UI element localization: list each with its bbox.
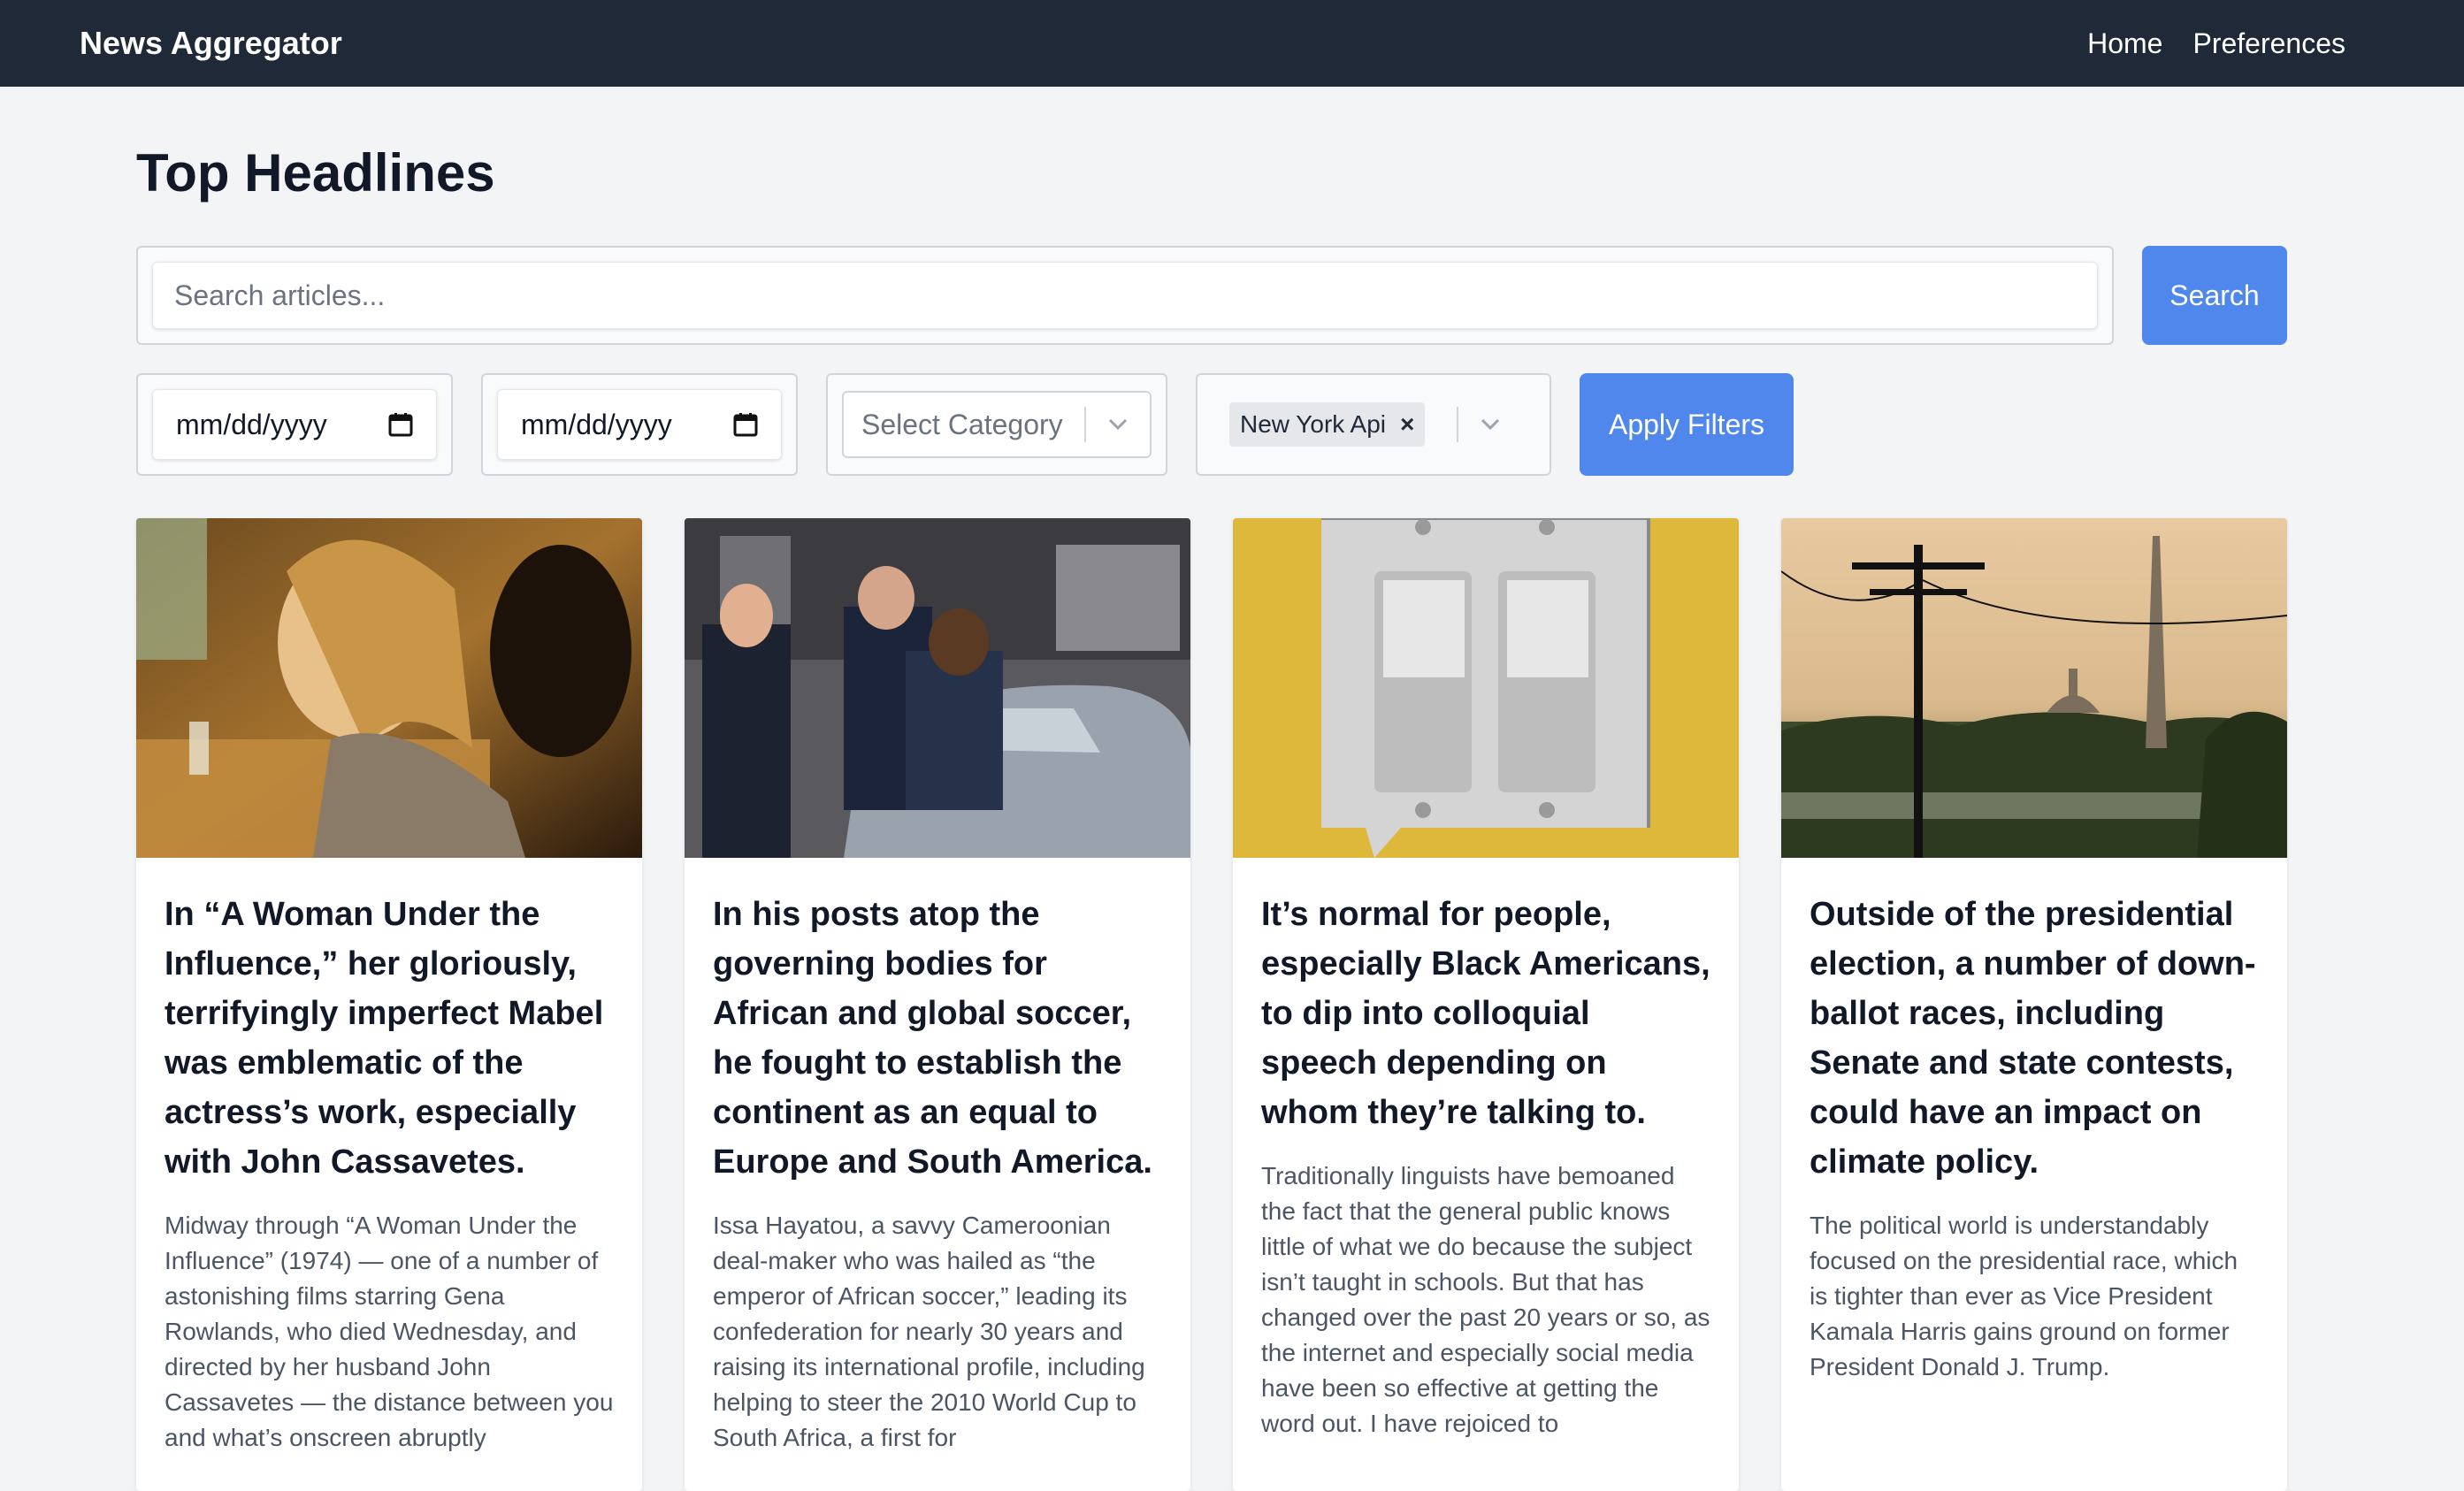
- brand-title[interactable]: News Aggregator: [80, 25, 342, 62]
- article-title[interactable]: Outside of the presidential election, a …: [1810, 890, 2259, 1187]
- article-body: It’s normal for people, especially Black…: [1233, 858, 1739, 1441]
- article-grid: In “A Woman Under the Influence,” her gl…: [136, 518, 2328, 1491]
- search-row: Search: [136, 246, 2328, 345]
- source-chip-label: New York Api: [1240, 410, 1386, 438]
- filter-row: mm/dd/yyyy mm/dd/yyyy Select Category Ne…: [136, 373, 2328, 476]
- nav-links: Home Preferences: [2087, 27, 2345, 60]
- navbar: News Aggregator Home Preferences: [0, 0, 2464, 87]
- article-body: In “A Woman Under the Influence,” her gl…: [136, 858, 642, 1456]
- nav-home-link[interactable]: Home: [2087, 27, 2162, 60]
- article-image[interactable]: [1781, 518, 2287, 858]
- from-date-value: mm/dd/yyyy: [176, 408, 327, 440]
- chevron-down-icon[interactable]: [1458, 417, 1522, 432]
- article-image[interactable]: [1233, 518, 1739, 858]
- article-card[interactable]: Outside of the presidential election, a …: [1781, 518, 2287, 1491]
- article-description: Issa Hayatou, a savvy Cameroonian deal-m…: [713, 1212, 1145, 1451]
- calendar-icon[interactable]: [388, 412, 413, 437]
- article-title[interactable]: In his posts atop the governing bodies f…: [713, 890, 1162, 1187]
- article-description: Traditionally linguists have bemoaned th…: [1261, 1162, 1710, 1437]
- to-date-wrapper: mm/dd/yyyy: [481, 373, 798, 476]
- from-date-wrapper: mm/dd/yyyy: [136, 373, 453, 476]
- search-button[interactable]: Search: [2142, 246, 2287, 345]
- apply-filters-button[interactable]: Apply Filters: [1580, 373, 1794, 476]
- category-select[interactable]: Select Category: [842, 391, 1152, 458]
- to-date-value: mm/dd/yyyy: [521, 408, 672, 440]
- article-card[interactable]: It’s normal for people, especially Black…: [1233, 518, 1739, 1491]
- article-image[interactable]: [136, 518, 642, 858]
- source-select-wrapper: New York Api ×: [1196, 373, 1551, 476]
- article-image[interactable]: [685, 518, 1190, 858]
- page-title: Top Headlines: [136, 143, 495, 203]
- nav-preferences-link[interactable]: Preferences: [2192, 27, 2345, 60]
- article-card[interactable]: In his posts atop the governing bodies f…: [685, 518, 1190, 1491]
- from-date-input[interactable]: mm/dd/yyyy: [152, 389, 437, 460]
- to-date-input[interactable]: mm/dd/yyyy: [497, 389, 782, 460]
- search-wrapper: [136, 246, 2114, 345]
- article-body: Outside of the presidential election, a …: [1781, 858, 2287, 1385]
- article-body: In his posts atop the governing bodies f…: [685, 858, 1190, 1456]
- article-card[interactable]: In “A Woman Under the Influence,” her gl…: [136, 518, 642, 1491]
- calendar-icon[interactable]: [733, 412, 758, 437]
- article-title[interactable]: It’s normal for people, especially Black…: [1261, 890, 1710, 1137]
- chevron-down-icon[interactable]: [1086, 417, 1150, 432]
- category-select-wrapper: Select Category: [826, 373, 1167, 476]
- source-select[interactable]: New York Api ×: [1212, 391, 1535, 458]
- source-chip: New York Api ×: [1229, 402, 1426, 447]
- article-description: Midway through “A Woman Under the Influe…: [165, 1212, 614, 1451]
- main-content: Top Headlines Search mm/dd/yyyy mm/dd/yy…: [0, 87, 2464, 1491]
- category-placeholder: Select Category: [861, 408, 1063, 440]
- article-title[interactable]: In “A Woman Under the Influence,” her gl…: [165, 890, 614, 1187]
- search-input[interactable]: [152, 262, 2098, 329]
- remove-chip-icon[interactable]: ×: [1400, 410, 1414, 439]
- article-description: The political world is understandably fo…: [1810, 1212, 2238, 1380]
